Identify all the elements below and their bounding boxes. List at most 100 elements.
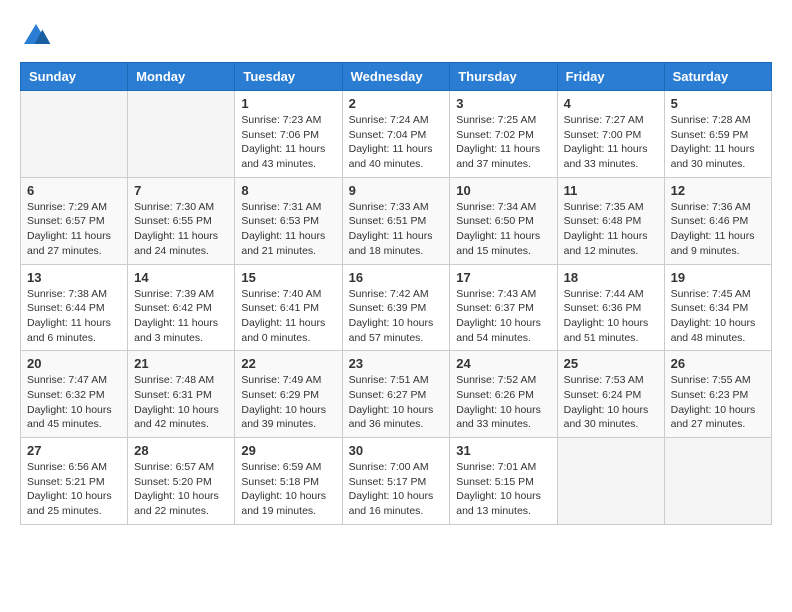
day-number: 15	[241, 270, 335, 285]
day-info: Sunrise: 7:43 AMSunset: 6:37 PMDaylight:…	[456, 287, 550, 346]
calendar-cell: 7 Sunrise: 7:30 AMSunset: 6:55 PMDaylight…	[128, 177, 235, 264]
calendar-cell	[21, 91, 128, 178]
column-header-sunday: Sunday	[21, 63, 128, 91]
day-number: 8	[241, 183, 335, 198]
calendar-cell: 10 Sunrise: 7:34 AMSunset: 6:50 PMDayligh…	[450, 177, 557, 264]
day-info: Sunrise: 7:39 AMSunset: 6:42 PMDaylight:…	[134, 287, 228, 346]
day-info: Sunrise: 7:24 AMSunset: 7:04 PMDaylight:…	[349, 113, 444, 172]
calendar-cell: 8 Sunrise: 7:31 AMSunset: 6:53 PMDaylight…	[235, 177, 342, 264]
calendar-table: SundayMondayTuesdayWednesdayThursdayFrid…	[20, 62, 772, 525]
calendar-cell: 18 Sunrise: 7:44 AMSunset: 6:36 PMDayligh…	[557, 264, 664, 351]
calendar-cell: 20Sunrise: 7:47 AMSunset: 6:32 PMDayligh…	[21, 351, 128, 438]
column-header-monday: Monday	[128, 63, 235, 91]
calendar-header-row: SundayMondayTuesdayWednesdayThursdayFrid…	[21, 63, 772, 91]
calendar-cell: 9 Sunrise: 7:33 AMSunset: 6:51 PMDaylight…	[342, 177, 450, 264]
calendar-cell: 22 Sunrise: 7:49 AMSunset: 6:29 PMDayligh…	[235, 351, 342, 438]
day-number: 1	[241, 96, 335, 111]
day-info: Sunrise: 7:30 AMSunset: 6:55 PMDaylight:…	[134, 200, 228, 259]
calendar-cell: 4 Sunrise: 7:27 AMSunset: 7:00 PMDaylight…	[557, 91, 664, 178]
day-info: Sunrise: 6:59 AMSunset: 5:18 PMDaylight:…	[241, 460, 335, 519]
calendar-cell: 5 Sunrise: 7:28 AMSunset: 6:59 PMDaylight…	[664, 91, 771, 178]
column-header-saturday: Saturday	[664, 63, 771, 91]
calendar-cell: 30 Sunrise: 7:00 AMSunset: 5:17 PMDayligh…	[342, 438, 450, 525]
calendar-week-row: 1 Sunrise: 7:23 AMSunset: 7:06 PMDaylight…	[21, 91, 772, 178]
day-number: 6	[27, 183, 121, 198]
column-header-friday: Friday	[557, 63, 664, 91]
calendar-cell: 15 Sunrise: 7:40 AMSunset: 6:41 PMDayligh…	[235, 264, 342, 351]
day-number: 9	[349, 183, 444, 198]
calendar-cell: 12 Sunrise: 7:36 AMSunset: 6:46 PMDayligh…	[664, 177, 771, 264]
day-number: 25	[564, 356, 658, 371]
column-header-thursday: Thursday	[450, 63, 557, 91]
day-number: 30	[349, 443, 444, 458]
calendar-week-row: 27 Sunrise: 6:56 AMSunset: 5:21 PMDayligh…	[21, 438, 772, 525]
day-number: 18	[564, 270, 658, 285]
header	[20, 20, 772, 52]
day-info: Sunrise: 7:00 AMSunset: 5:17 PMDaylight:…	[349, 460, 444, 519]
calendar-cell: 2 Sunrise: 7:24 AMSunset: 7:04 PMDaylight…	[342, 91, 450, 178]
calendar-week-row: 13 Sunrise: 7:38 AMSunset: 6:44 PMDayligh…	[21, 264, 772, 351]
day-info: Sunrise: 7:35 AMSunset: 6:48 PMDaylight:…	[564, 200, 658, 259]
calendar-cell: 31 Sunrise: 7:01 AMSunset: 5:15 PMDayligh…	[450, 438, 557, 525]
calendar-cell: 29 Sunrise: 6:59 AMSunset: 5:18 PMDayligh…	[235, 438, 342, 525]
day-number: 12	[671, 183, 765, 198]
day-info: Sunrise: 7:33 AMSunset: 6:51 PMDaylight:…	[349, 200, 444, 259]
calendar-cell: 13 Sunrise: 7:38 AMSunset: 6:44 PMDayligh…	[21, 264, 128, 351]
day-number: 19	[671, 270, 765, 285]
calendar-cell: 6 Sunrise: 7:29 AMSunset: 6:57 PMDaylight…	[21, 177, 128, 264]
calendar-cell: 25Sunrise: 7:53 AMSunset: 6:24 PMDayligh…	[557, 351, 664, 438]
calendar-cell: 14Sunrise: 7:39 AMSunset: 6:42 PMDayligh…	[128, 264, 235, 351]
day-number: 23	[349, 356, 444, 371]
day-number: 16	[349, 270, 444, 285]
calendar-cell: 3Sunrise: 7:25 AMSunset: 7:02 PMDaylight…	[450, 91, 557, 178]
day-info: Sunrise: 7:27 AMSunset: 7:00 PMDaylight:…	[564, 113, 658, 172]
calendar-cell	[664, 438, 771, 525]
day-number: 2	[349, 96, 444, 111]
day-number: 27	[27, 443, 121, 458]
calendar-cell	[557, 438, 664, 525]
day-number: 29	[241, 443, 335, 458]
column-header-wednesday: Wednesday	[342, 63, 450, 91]
calendar-cell: 21Sunrise: 7:48 AMSunset: 6:31 PMDayligh…	[128, 351, 235, 438]
day-info: Sunrise: 7:01 AMSunset: 5:15 PMDaylight:…	[456, 460, 550, 519]
calendar-cell: 27 Sunrise: 6:56 AMSunset: 5:21 PMDayligh…	[21, 438, 128, 525]
day-info: Sunrise: 6:56 AMSunset: 5:21 PMDaylight:…	[27, 460, 121, 519]
calendar-cell: 17 Sunrise: 7:43 AMSunset: 6:37 PMDayligh…	[450, 264, 557, 351]
day-info: Sunrise: 7:28 AMSunset: 6:59 PMDaylight:…	[671, 113, 765, 172]
day-number: 17	[456, 270, 550, 285]
logo	[20, 20, 58, 52]
calendar-cell	[128, 91, 235, 178]
day-info: Sunrise: 7:45 AMSunset: 6:34 PMDaylight:…	[671, 287, 765, 346]
day-info: Sunrise: 7:34 AMSunset: 6:50 PMDaylight:…	[456, 200, 550, 259]
day-number: 28	[134, 443, 228, 458]
calendar-cell: 11 Sunrise: 7:35 AMSunset: 6:48 PMDayligh…	[557, 177, 664, 264]
day-number: 24	[456, 356, 550, 371]
day-number: 10	[456, 183, 550, 198]
day-info: Sunrise: 7:23 AMSunset: 7:06 PMDaylight:…	[241, 113, 335, 172]
day-info: Sunrise: 7:38 AMSunset: 6:44 PMDaylight:…	[27, 287, 121, 346]
day-info: Sunrise: 7:44 AMSunset: 6:36 PMDaylight:…	[564, 287, 658, 346]
column-header-tuesday: Tuesday	[235, 63, 342, 91]
day-number: 7	[134, 183, 228, 198]
day-info: Sunrise: 7:42 AMSunset: 6:39 PMDaylight:…	[349, 287, 444, 346]
day-number: 13	[27, 270, 121, 285]
calendar-week-row: 20Sunrise: 7:47 AMSunset: 6:32 PMDayligh…	[21, 351, 772, 438]
day-info: Sunrise: 7:52 AMSunset: 6:26 PMDaylight:…	[456, 373, 550, 432]
calendar-cell: 26Sunrise: 7:55 AMSunset: 6:23 PMDayligh…	[664, 351, 771, 438]
logo-icon	[20, 20, 52, 52]
day-number: 26	[671, 356, 765, 371]
day-info: Sunrise: 7:31 AMSunset: 6:53 PMDaylight:…	[241, 200, 335, 259]
day-number: 31	[456, 443, 550, 458]
day-info: Sunrise: 7:48 AMSunset: 6:31 PMDaylight:…	[134, 373, 228, 432]
day-info: Sunrise: 7:40 AMSunset: 6:41 PMDaylight:…	[241, 287, 335, 346]
day-info: Sunrise: 7:36 AMSunset: 6:46 PMDaylight:…	[671, 200, 765, 259]
day-info: Sunrise: 7:49 AMSunset: 6:29 PMDaylight:…	[241, 373, 335, 432]
day-number: 20	[27, 356, 121, 371]
day-number: 4	[564, 96, 658, 111]
day-number: 5	[671, 96, 765, 111]
calendar-cell: 28Sunrise: 6:57 AMSunset: 5:20 PMDayligh…	[128, 438, 235, 525]
day-number: 22	[241, 356, 335, 371]
calendar-week-row: 6 Sunrise: 7:29 AMSunset: 6:57 PMDaylight…	[21, 177, 772, 264]
day-number: 11	[564, 183, 658, 198]
day-info: Sunrise: 7:29 AMSunset: 6:57 PMDaylight:…	[27, 200, 121, 259]
